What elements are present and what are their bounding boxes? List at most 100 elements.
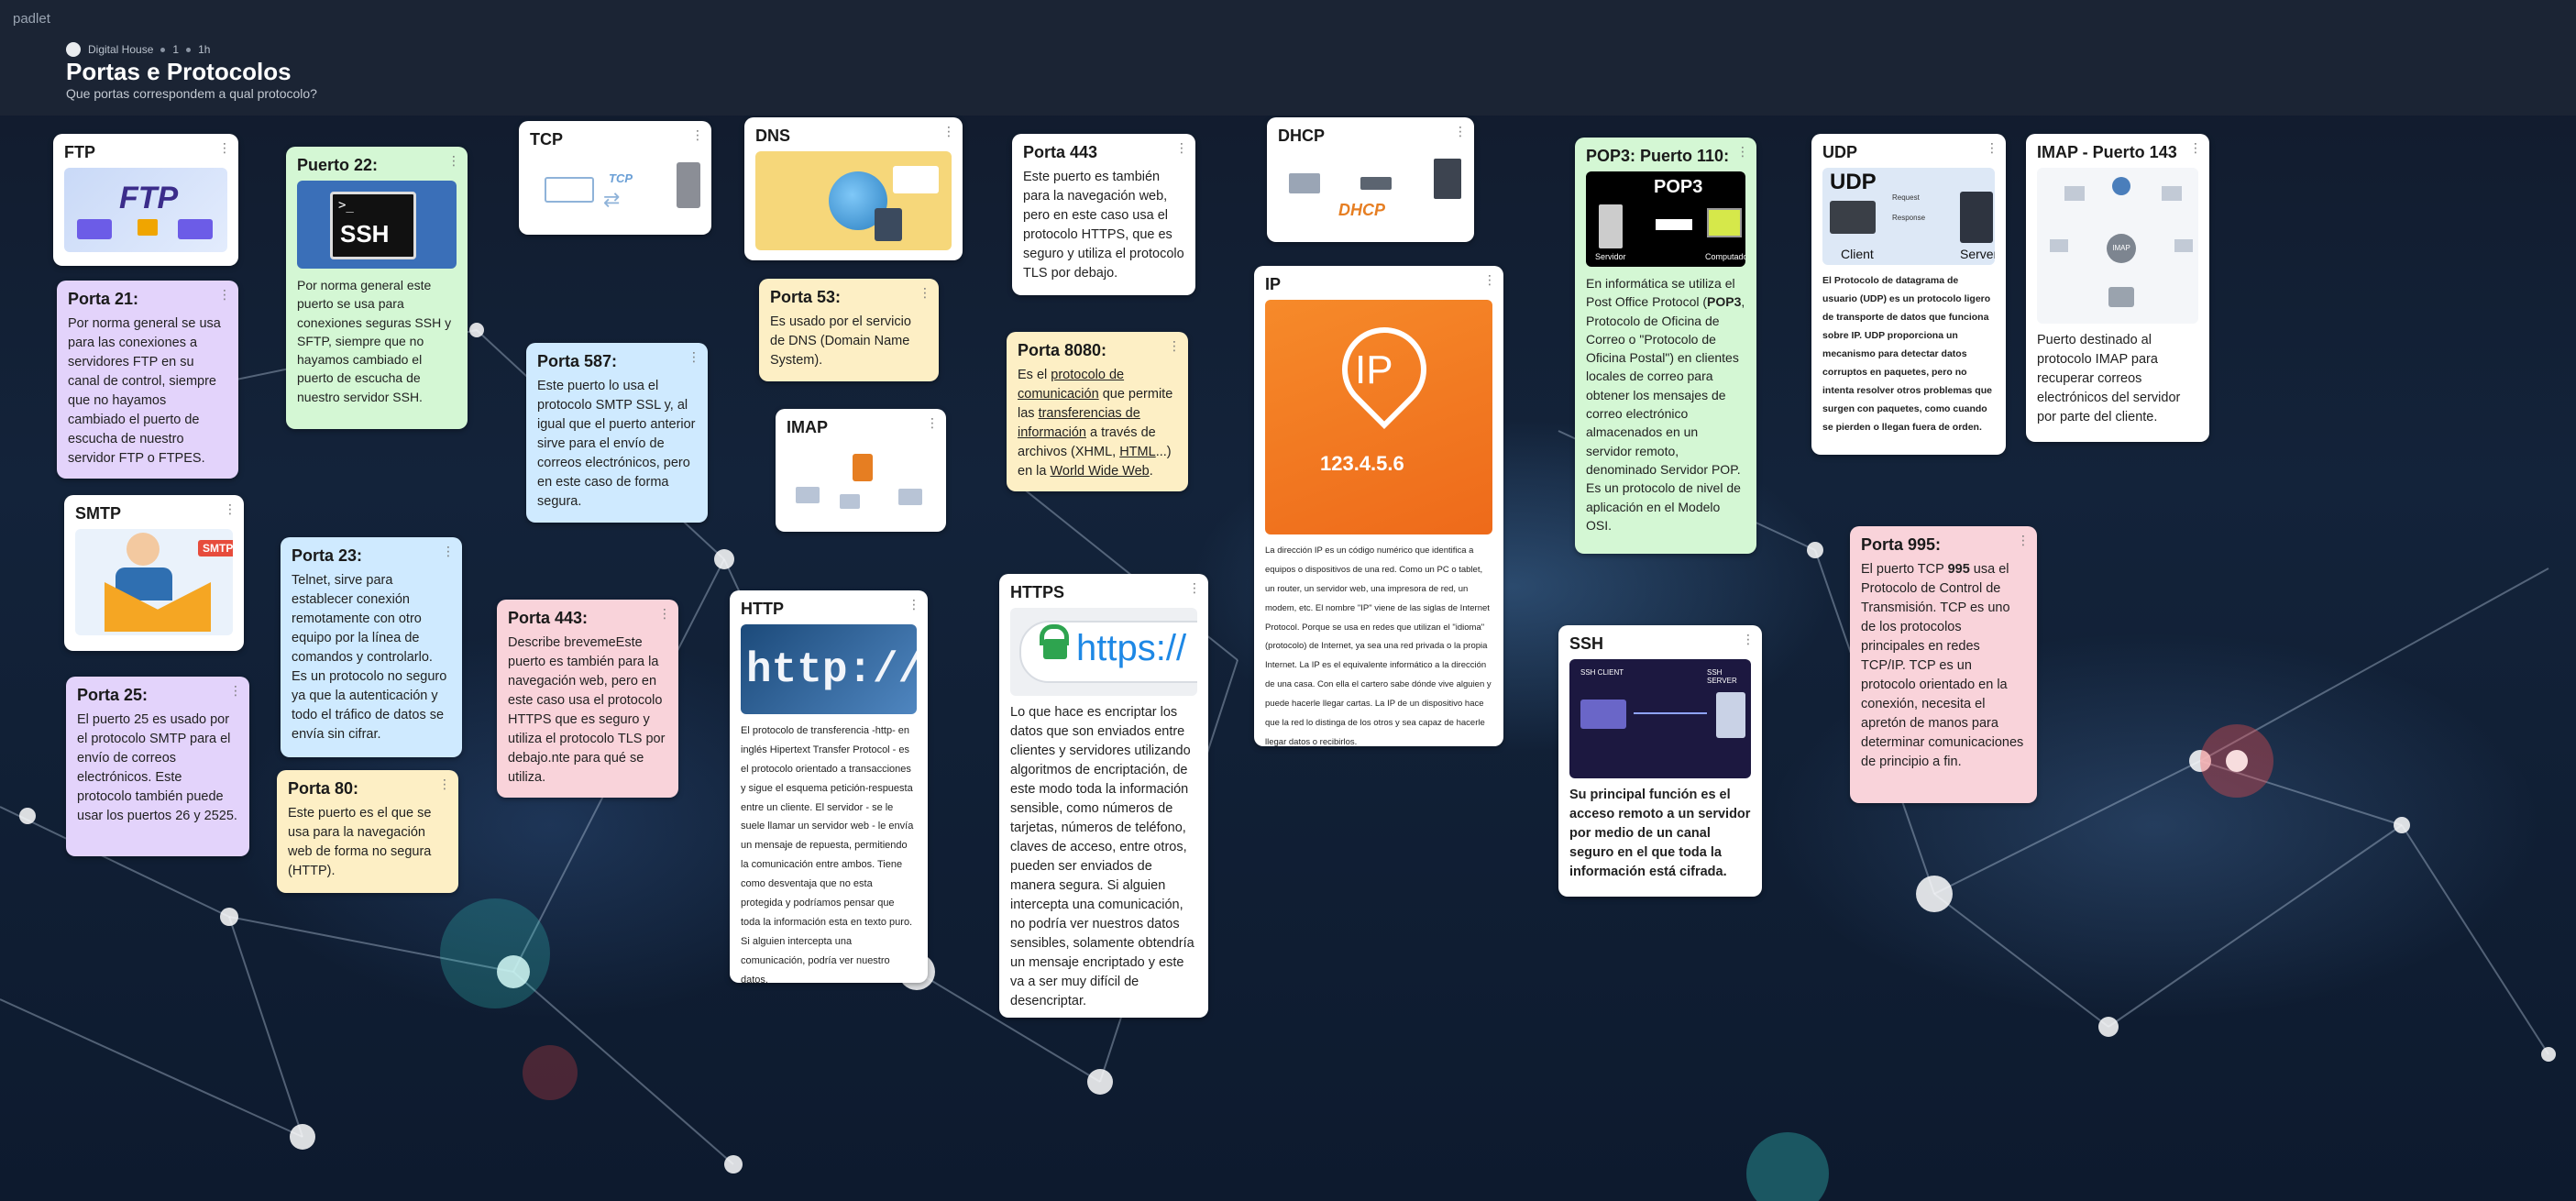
kebab-menu-icon[interactable]: ⋮ [1736,145,1749,158]
card-dhcp[interactable]: DHCP ⋮ DHCP [1267,117,1474,242]
card-porta-25[interactable]: Porta 25: ⋮ El puerto 25 es usado por el… [66,677,249,856]
ftp-logo-text: FTP [119,181,179,215]
link-html[interactable]: HTML [1119,445,1155,459]
owner-name[interactable]: Digital House [88,43,153,56]
padlet-logo[interactable]: padlet [13,11,50,27]
text-bold: 995 [1947,562,1970,577]
text-run: El puerto TCP [1861,562,1948,577]
kebab-menu-icon[interactable]: ⋮ [229,684,242,697]
kebab-menu-icon[interactable]: ⋮ [218,288,231,301]
imap-network-illustration: IMAP [2037,168,2198,324]
card-porta-8080[interactable]: Porta 8080: ⋮ Es el protocolo de comunic… [1007,332,1188,491]
kebab-menu-icon[interactable]: ⋮ [1175,141,1188,154]
computer-icon [1289,173,1320,193]
kebab-menu-icon[interactable]: ⋮ [1483,273,1496,286]
card-porta-23[interactable]: Porta 23: ⋮ Telnet, sirve para establece… [281,537,462,757]
kebab-menu-icon[interactable]: ⋮ [447,154,460,167]
http-illustration: http://ww [741,624,917,714]
card-title: HTTP [741,600,784,618]
browser-icon [893,166,939,193]
kebab-menu-icon[interactable]: ⋮ [691,128,704,141]
kebab-menu-icon[interactable]: ⋮ [438,777,451,790]
owner-avatar[interactable] [66,42,81,57]
kebab-menu-icon[interactable]: ⋮ [224,502,237,515]
kebab-menu-icon[interactable]: ⋮ [1168,339,1181,352]
card-body: Es el protocolo de comunicación que perm… [1018,366,1177,481]
server-label: Servidor [1595,252,1626,261]
ssh-label: SSH [340,220,390,248]
kebab-menu-icon[interactable]: ⋮ [2017,534,2030,546]
card-porta-53[interactable]: Porta 53: ⋮ Es usado por el servicio de … [759,279,939,381]
terminal-icon: >_ SSH [330,192,416,259]
ssh-server-label: SSH SERVER [1707,668,1737,685]
https-url-text: https:// [1076,628,1187,668]
card-ip[interactable]: IP ⋮ IP 123.4.5.6 La dirección IP es un … [1254,266,1503,746]
person-icon [127,533,160,566]
computer-icon [2050,239,2068,252]
card-body: Su principal función es el acceso remoto… [1569,788,1751,880]
arrows-icon: ⇄ [603,188,621,211]
card-porta-587[interactable]: Porta 587: ⋮ Este puerto lo usa el proto… [526,343,708,523]
card-title: Porta 443 [1023,143,1098,161]
card-body: Este puerto es también para la navegació… [1023,170,1184,281]
card-porta-443-b[interactable]: Porta 443: ⋮ Describe brevemeEste puerto… [497,600,678,798]
card-imap-143[interactable]: IMAP - Puerto 143 ⋮ IMAP Puerto destinad… [2026,134,2209,442]
dhcp-illustration: DHCP [1278,151,1463,228]
card-title: Porta 23: [292,546,363,565]
laptop-icon [77,219,112,239]
padlock-shackle-icon [1040,624,1069,645]
card-body: Lo que hace es encriptar los datos que s… [1010,705,1194,1009]
computer-icon [2064,186,2085,201]
kebab-menu-icon[interactable]: ⋮ [942,125,955,138]
board-meta: Digital House 1 1h [66,42,210,57]
kebab-menu-icon[interactable]: ⋮ [908,598,920,611]
email-client-icon [2112,177,2130,195]
card-puerto-22[interactable]: Puerto 22: ⋮ >_ SSH Por norma general es… [286,147,468,429]
tcp-illustration: TCP ⇄ [530,155,700,223]
card-tcp[interactable]: TCP ⋮ TCP ⇄ [519,121,711,235]
server-icon [1434,159,1461,199]
laptop-icon [1580,700,1626,729]
card-https[interactable]: HTTPS ⋮ https:// Lo que hace es encripta… [999,574,1208,1018]
text-run: , Protocolo de Oficina de Correo o "Prot… [1586,294,1745,533]
card-porta-21[interactable]: Porta 21: ⋮ Por norma general se usa par… [57,281,238,479]
text-bold: POP3 [1707,294,1742,310]
mail-server-icon [853,454,873,481]
kebab-menu-icon[interactable]: ⋮ [658,607,671,620]
https-illustration: https:// [1010,608,1197,696]
card-porta-995[interactable]: Porta 995: ⋮ El puerto TCP 995 usa el Pr… [1850,526,2037,803]
card-smtp[interactable]: SMTP ⋮ SMTP [64,495,244,651]
kebab-menu-icon[interactable]: ⋮ [1454,125,1467,138]
card-title: TCP [530,130,563,149]
kebab-menu-icon[interactable]: ⋮ [926,416,939,429]
envelope-icon [1656,219,1692,230]
card-porta-80[interactable]: Porta 80: ⋮ Este puerto es el que se usa… [277,770,458,893]
kebab-menu-icon[interactable]: ⋮ [688,350,700,363]
laptop-icon [1830,201,1876,234]
card-ssh[interactable]: SSH ⋮ SSH CLIENT SSH SERVER Su principal… [1558,625,1762,897]
kebab-menu-icon[interactable]: ⋮ [2189,141,2202,154]
card-udp[interactable]: UDP ⋮ UDP Request Response Client Server… [1811,134,2006,455]
card-pop3[interactable]: POP3: Puerto 110: ⋮ POP3 Servidor Comput… [1575,138,1756,554]
card-imap[interactable]: IMAP ⋮ [776,409,946,532]
card-title: Porta 8080: [1018,341,1107,359]
kebab-menu-icon[interactable]: ⋮ [442,545,455,557]
http-url-text: http://ww [746,646,917,694]
card-body: La dirección IP es un código numérico qu… [1265,545,1492,746]
card-dns[interactable]: DNS ⋮ [744,117,963,260]
kebab-menu-icon[interactable]: ⋮ [1188,581,1201,594]
computer-icon [796,487,820,503]
card-porta-443[interactable]: Porta 443 ⋮ Este puerto es también para … [1012,134,1195,295]
kebab-menu-icon[interactable]: ⋮ [919,286,931,299]
card-title: Porta 25: [77,686,149,704]
kebab-menu-icon[interactable]: ⋮ [1986,141,1998,154]
server-label: Server [1960,247,1995,261]
card-ftp[interactable]: FTP ⋮ FTP [53,134,238,266]
kebab-menu-icon[interactable]: ⋮ [218,141,231,154]
card-title: IMAP [787,418,828,436]
card-title: HTTPS [1010,583,1065,601]
card-http[interactable]: HTTP ⋮ http://ww El protocolo de transfe… [730,590,928,983]
separator-dot [186,47,192,52]
kebab-menu-icon[interactable]: ⋮ [1742,633,1755,645]
link-www[interactable]: World Wide Web [1050,464,1149,479]
